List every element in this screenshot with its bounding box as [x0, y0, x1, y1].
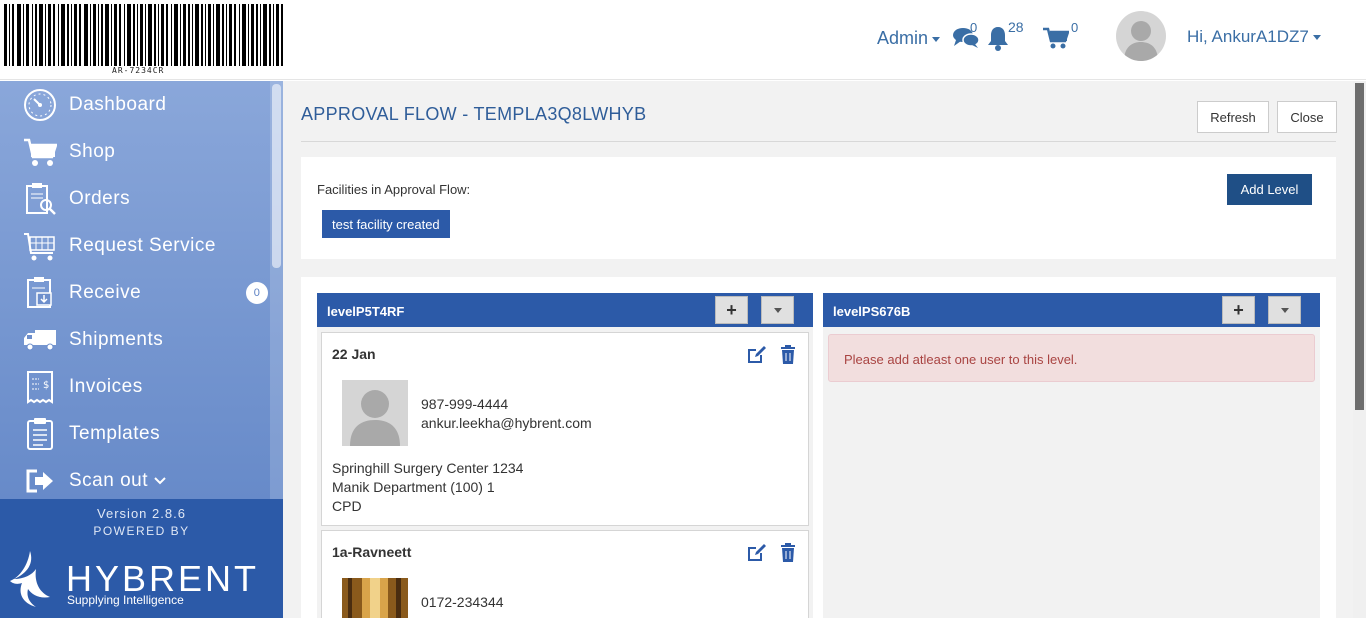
- sidebar-item-label: Shop: [69, 140, 116, 162]
- scan-out-label: Scan out: [69, 469, 148, 491]
- version-text: Version 2.8.6: [97, 506, 186, 521]
- user-department: Manik Department (100) 1: [332, 479, 495, 495]
- truck-icon: [23, 323, 57, 357]
- brand-tagline: Supplying Intelligence: [67, 593, 184, 607]
- person-silhouette-icon: [1124, 21, 1158, 61]
- barcode-logo: AR-7234CR: [4, 4, 284, 76]
- user-card: 1a-Ravneett 0172-234344: [321, 530, 809, 618]
- level-name: levelP5T4RF: [327, 304, 405, 319]
- sidebar-item-label: Scan out: [69, 470, 166, 492]
- user-avatar[interactable]: [1116, 11, 1166, 61]
- refresh-button[interactable]: Refresh: [1197, 101, 1269, 133]
- sidebar-item-shop[interactable]: Shop: [0, 128, 270, 175]
- sidebar-item-label: Dashboard: [69, 93, 167, 115]
- svg-text:$: $: [43, 380, 50, 391]
- service-cart-icon: [23, 229, 57, 263]
- user-phone: 987-999-4444: [421, 396, 509, 412]
- user-card: 22 Jan 987-999-4444 ankur.leekha@hybrent…: [321, 332, 809, 526]
- sidebar-item-request-service[interactable]: Request Service: [0, 222, 270, 269]
- edit-icon[interactable]: [747, 345, 767, 365]
- sidebar-item-templates[interactable]: Templates: [0, 410, 270, 457]
- clipboard-search-icon: [23, 182, 57, 216]
- sidebar-item-label: Shipments: [69, 328, 164, 350]
- sidebar-item-invoices[interactable]: $ Invoices: [0, 363, 270, 410]
- sidebar-scrollbar-thumb[interactable]: [272, 84, 281, 268]
- user-photo: [342, 578, 408, 618]
- barcode-text: AR-7234CR: [112, 66, 165, 75]
- add-level-button[interactable]: Add Level: [1227, 174, 1312, 205]
- dashboard-gauge-icon: [23, 88, 57, 122]
- level-name: levelPS676B: [833, 304, 911, 319]
- sidebar-item-dashboard[interactable]: Dashboard: [0, 81, 270, 128]
- sidebar-item-label: Orders: [69, 187, 131, 209]
- sidebar-item-label: Invoices: [69, 375, 143, 397]
- admin-label: Admin: [877, 28, 929, 48]
- template-clipboard-icon: [23, 417, 57, 451]
- shopping-cart-icon: [23, 135, 57, 169]
- sidebar-item-label: Templates: [69, 422, 161, 444]
- cart-count: 0: [1071, 20, 1079, 35]
- facilities-label: Facilities in Approval Flow:: [317, 182, 471, 197]
- messages-count: 0: [970, 20, 978, 35]
- plus-icon: +: [726, 299, 737, 320]
- barcode-icon: [4, 4, 283, 66]
- trash-icon[interactable]: [780, 543, 800, 563]
- close-button[interactable]: Close: [1277, 101, 1337, 133]
- admin-dropdown[interactable]: Admin: [877, 28, 941, 49]
- powered-by-text: POWERED BY: [93, 524, 190, 538]
- hybrent-bird-logo-icon: [10, 551, 50, 607]
- cart-icon: [1043, 27, 1070, 49]
- empty-level-alert: Please add atleast one user to this leve…: [828, 334, 1315, 382]
- add-user-button[interactable]: +: [715, 296, 748, 324]
- plus-icon: +: [1233, 299, 1244, 320]
- sidebar-item-receive[interactable]: Receive 0: [0, 269, 270, 316]
- receive-clipboard-icon: [23, 276, 57, 310]
- caret-down-icon: [773, 307, 782, 313]
- user-email: ankur.leekha@hybrent.com: [421, 415, 592, 431]
- caret-down-icon: [1312, 35, 1321, 41]
- user-menu-dropdown[interactable]: Hi, AnkurA1DZ7: [1187, 27, 1321, 47]
- sidebar-item-shipments[interactable]: Shipments: [0, 316, 270, 363]
- user-name: 1a-Ravneett: [332, 544, 412, 560]
- user-phone: 0172-234344: [421, 594, 504, 610]
- sign-out-icon: [23, 464, 57, 498]
- page-title: APPROVAL FLOW - TEMPLA3Q8LWHYB: [301, 104, 647, 124]
- bell-icon: [988, 27, 1008, 51]
- autumn-forest-photo-icon: [342, 578, 408, 618]
- level-header: levelPS676B +: [823, 293, 1320, 327]
- level-options-dropdown[interactable]: [1268, 296, 1301, 324]
- chevron-down-icon: [154, 476, 166, 484]
- person-silhouette-icon: [350, 390, 400, 446]
- title-divider: [301, 141, 1336, 142]
- cart-button[interactable]: [1043, 27, 1070, 49]
- facilities-panel: [301, 157, 1336, 259]
- level-header: levelP5T4RF +: [317, 293, 813, 327]
- user-name: 22 Jan: [332, 346, 376, 362]
- page-scrollbar-thumb[interactable]: [1355, 83, 1364, 410]
- alert-text: Please add atleast one user to this leve…: [844, 352, 1078, 367]
- user-role: CPD: [332, 498, 362, 514]
- level-options-dropdown[interactable]: [761, 296, 794, 324]
- receive-count-badge: 0: [246, 281, 268, 304]
- caret-down-icon: [1280, 307, 1289, 313]
- notifications-button[interactable]: [986, 25, 1010, 51]
- edit-icon[interactable]: [747, 543, 767, 563]
- add-user-button[interactable]: +: [1222, 296, 1255, 324]
- sidebar-item-label: Receive: [69, 281, 142, 303]
- caret-down-icon: [932, 36, 941, 42]
- sidebar-item-scan-out[interactable]: Scan out: [0, 457, 270, 504]
- user-greeting: Hi, AnkurA1DZ7: [1187, 27, 1309, 46]
- user-avatar: [342, 380, 408, 446]
- sidebar-item-orders[interactable]: Orders: [0, 175, 270, 222]
- facility-chip[interactable]: test facility created: [322, 210, 450, 238]
- user-facility: Springhill Surgery Center 1234: [332, 460, 524, 476]
- notifications-count: 28: [1008, 19, 1024, 35]
- top-header: AR-7234CR Admin 0 28 0 Hi, AnkurA1DZ7: [0, 0, 1366, 80]
- sidebar-item-label: Request Service: [69, 234, 216, 256]
- invoice-receipt-icon: $: [23, 370, 57, 404]
- trash-icon[interactable]: [780, 345, 800, 365]
